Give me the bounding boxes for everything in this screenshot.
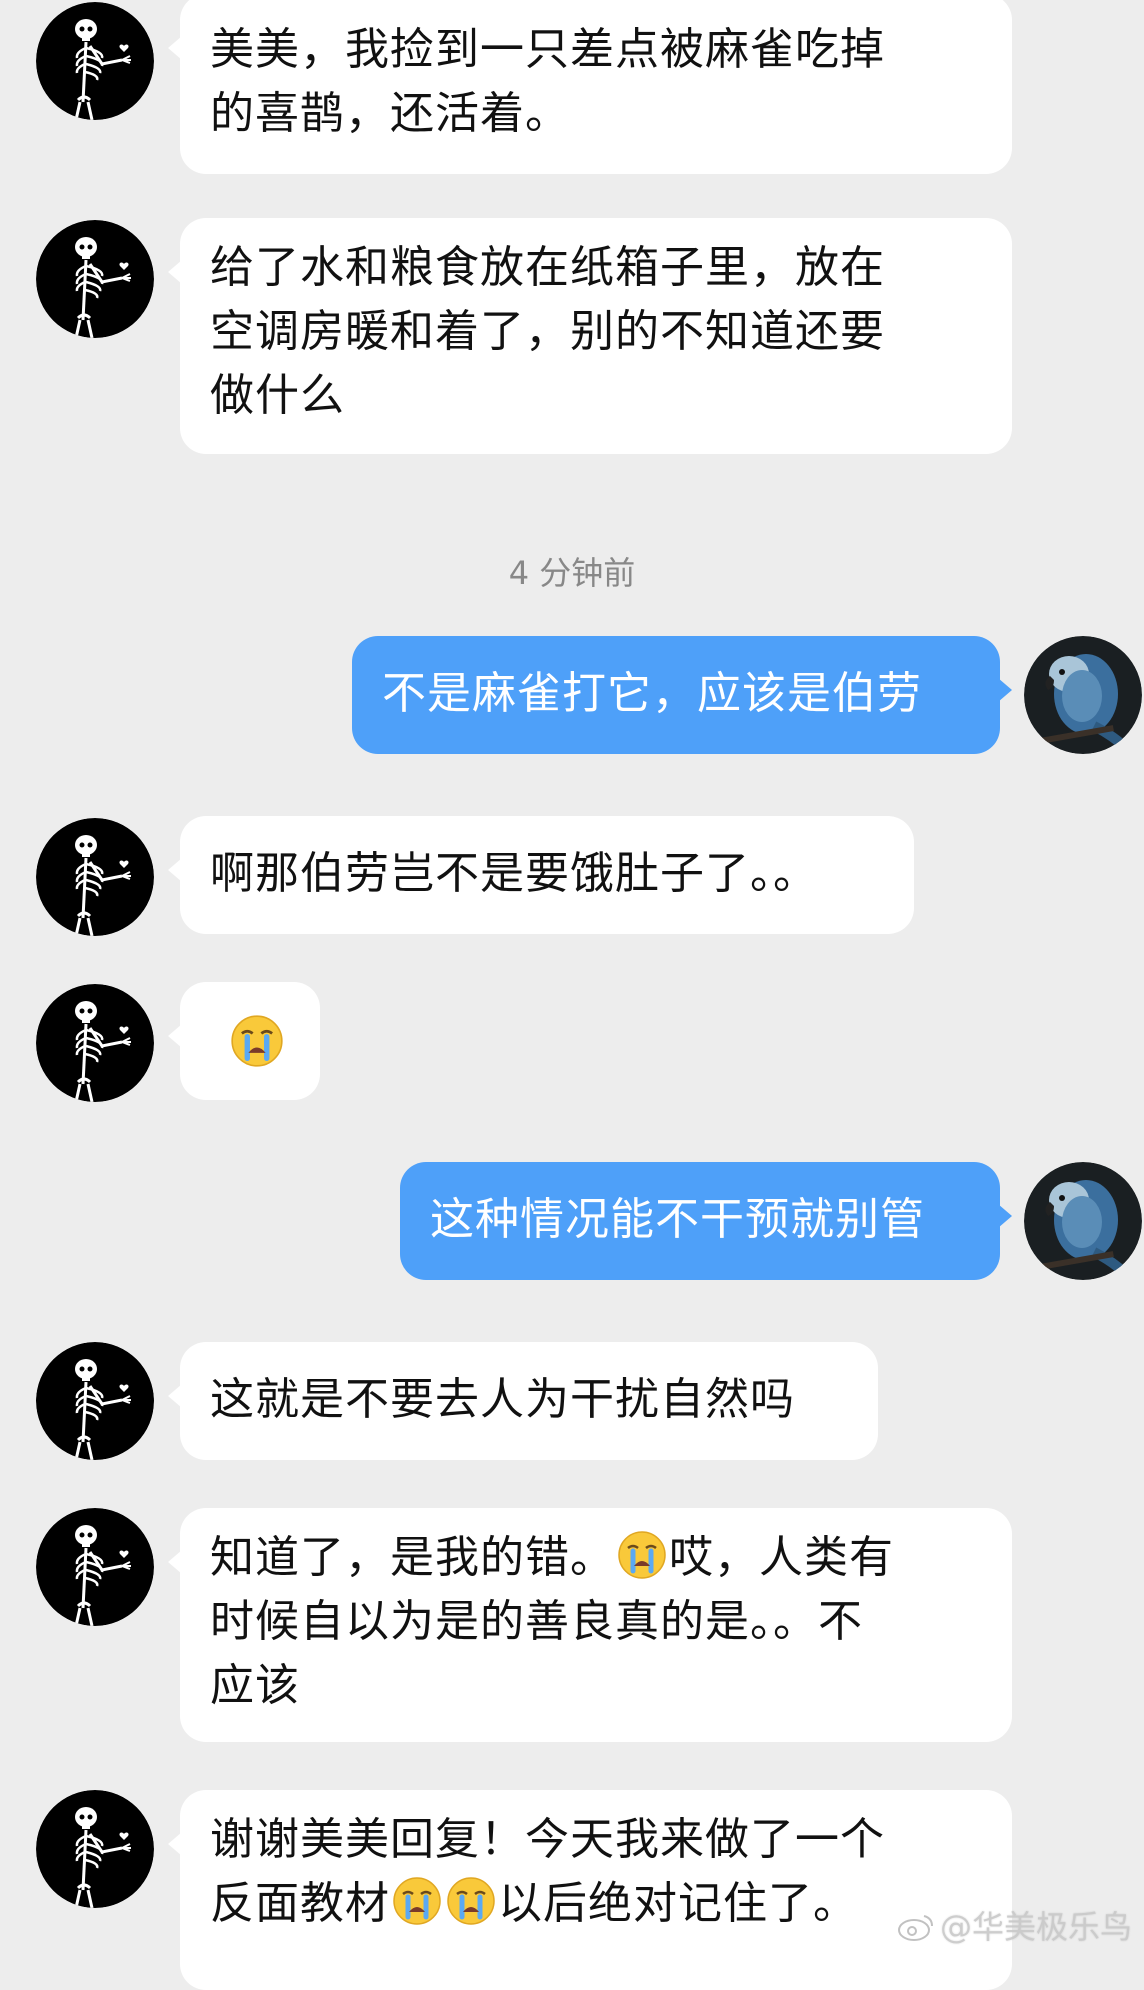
message-bubble[interactable]: 知道了，是我的错。 哎，人类有 时候自以为是的善良真的是。。不 应该 bbox=[168, 1508, 1012, 1742]
message-text: 反面教材 bbox=[210, 1878, 390, 1929]
message-text-line: 做什么 bbox=[210, 370, 345, 421]
message-text-line: 空调房暖和着了，别的不知道还要 bbox=[210, 306, 885, 357]
message-text-line: 啊那伯劳岂不是要饿肚子了。。 bbox=[210, 848, 818, 899]
message-text-line: 应该 bbox=[210, 1660, 300, 1711]
message-text-line: 时候自以为是的善良真的是。。不 bbox=[210, 1596, 863, 1647]
message-text-line: 不是麻雀打它，应该是伯劳 bbox=[382, 668, 922, 719]
message-text-line: 的喜鹊，还活着。 bbox=[210, 88, 570, 139]
message-bubble[interactable]: 这种情况能不干预就别管 bbox=[400, 1162, 1012, 1280]
watermark-text: @华美极乐鸟 bbox=[939, 1908, 1132, 1946]
message-bubble[interactable] bbox=[168, 982, 320, 1100]
skeleton-avatar-icon[interactable] bbox=[36, 220, 154, 338]
message-text-line: 这就是不要去人为干扰自然吗 bbox=[210, 1374, 795, 1425]
message-bubble[interactable]: 啊那伯劳岂不是要饿肚子了。。 bbox=[168, 816, 914, 934]
skeleton-avatar-icon[interactable] bbox=[36, 984, 154, 1102]
message-text: 哎，人类有 bbox=[669, 1532, 894, 1583]
message-text: 知道了，是我的错。 bbox=[210, 1532, 615, 1583]
message-text-line: 知道了，是我的错。 哎，人类有 bbox=[210, 1526, 982, 1590]
message-text-line: 给了水和粮食放在纸箱子里，放在 bbox=[210, 242, 885, 293]
message-bubble[interactable]: 给了水和粮食放在纸箱子里，放在 空调房暖和着了，别的不知道还要 做什么 bbox=[168, 218, 1012, 454]
skeleton-avatar-icon[interactable] bbox=[36, 1342, 154, 1460]
loudly-crying-face-icon bbox=[446, 1876, 496, 1926]
message-text: 以后绝对记住了。 bbox=[498, 1878, 858, 1929]
skeleton-avatar-icon[interactable] bbox=[36, 2, 154, 120]
message-bubble[interactable]: 美美，我捡到一只差点被麻雀吃掉 的喜鹊，还活着。 bbox=[168, 0, 1012, 174]
message-bubble[interactable]: 这就是不要去人为干扰自然吗 bbox=[168, 1342, 878, 1460]
loudly-crying-face-icon bbox=[230, 1014, 284, 1068]
message-text-line: 谢谢美美回复！今天我来做了一个 bbox=[210, 1814, 885, 1865]
message-text-line: 美美，我捡到一只差点被麻雀吃掉 bbox=[210, 24, 885, 75]
blue-parrot-avatar-icon[interactable] bbox=[1024, 1162, 1142, 1280]
timestamp: 4 分钟前 bbox=[508, 554, 636, 592]
message-text-line: 这种情况能不干预就别管 bbox=[430, 1194, 925, 1245]
skeleton-avatar-icon[interactable] bbox=[36, 818, 154, 936]
skeleton-avatar-icon[interactable] bbox=[36, 1508, 154, 1626]
skeleton-avatar-icon[interactable] bbox=[36, 1790, 154, 1908]
message-text-line: 反面教材 以后绝对记住了。 bbox=[210, 1872, 982, 1936]
loudly-crying-face-icon bbox=[392, 1876, 442, 1926]
blue-parrot-avatar-icon[interactable] bbox=[1024, 636, 1142, 754]
message-bubble[interactable]: 不是麻雀打它，应该是伯劳 bbox=[352, 636, 1012, 754]
loudly-crying-face-icon bbox=[617, 1530, 667, 1580]
watermark: @华美极乐鸟 bbox=[896, 1902, 1132, 1948]
weibo-logo-icon bbox=[897, 1915, 933, 1941]
message-bubble[interactable]: 谢谢美美回复！今天我来做了一个 反面教材 以后绝对记住了。 bbox=[168, 1790, 1012, 1990]
